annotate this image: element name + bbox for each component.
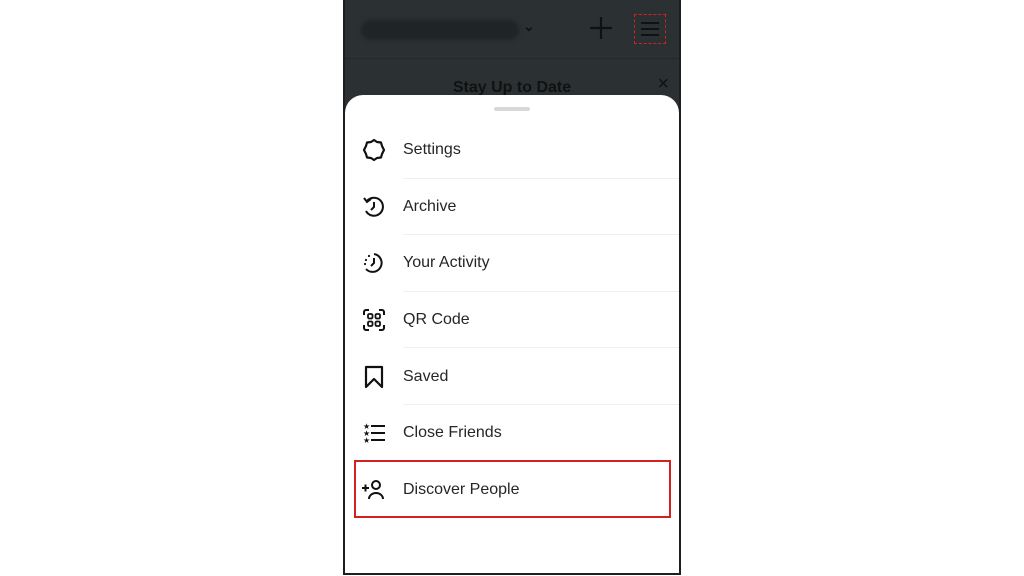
archive-icon [345,194,403,220]
menu-item-label: Close Friends [403,424,502,442]
hamburger-line [641,22,659,24]
bookmark-icon [345,364,403,390]
menu-item-qr-code[interactable]: QR Code [345,292,679,349]
chevron-down-icon[interactable]: ⌄ [523,18,535,35]
discover-people-highlight [354,460,671,518]
top-bar: username_blurred ⌄ [345,0,679,59]
phone-screen: username_blurred ⌄ Stay Up to Date × Set… [343,0,681,575]
menu-item-settings[interactable]: Settings [345,122,679,179]
menu-item-saved[interactable]: Saved [345,348,679,405]
plus-icon[interactable] [588,13,614,43]
hamburger-line [641,28,659,30]
menu-sheet: Settings Archive Your Activity QR Code S… [345,95,679,573]
menu-item-label: Saved [403,367,449,385]
menu-item-your-activity[interactable]: Your Activity [345,235,679,292]
menu-list: Settings Archive Your Activity QR Code S… [345,122,679,518]
sheet-grabber[interactable] [494,107,530,111]
activity-icon [345,250,403,276]
qr-code-icon [345,307,403,333]
settings-icon [345,137,403,163]
menu-item-close-friends[interactable]: ★ ★ ★ Close Friends [345,405,679,462]
svg-text:★: ★ [363,436,370,445]
hamburger-line [641,34,659,36]
menu-item-label: QR Code [403,311,470,329]
menu-item-label: Settings [403,141,461,159]
menu-item-label: Archive [403,197,457,215]
close-friends-icon: ★ ★ ★ [345,420,403,446]
username-switcher[interactable]: username_blurred [361,20,519,40]
hamburger-menu-button[interactable] [634,14,666,44]
menu-item-label: Your Activity [403,254,490,272]
close-icon[interactable]: × [657,73,669,96]
menu-item-archive[interactable]: Archive [345,179,679,236]
